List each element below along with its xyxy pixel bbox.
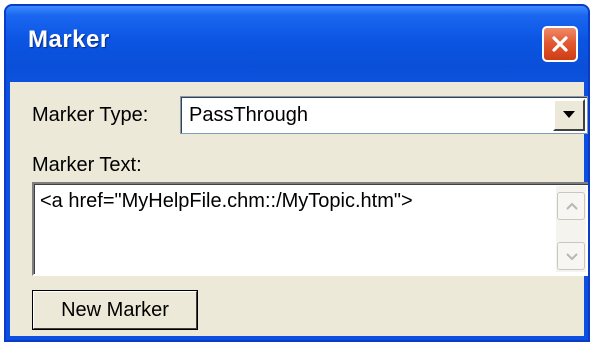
marker-dialog: Marker Marker Type: PassThrough Marker T…: [4, 4, 590, 342]
marker-type-select[interactable]: PassThrough: [180, 96, 588, 134]
marker-type-dropdown-button[interactable]: [553, 99, 585, 131]
chevron-down-icon: [563, 111, 575, 118]
marker-type-label: Marker Type:: [32, 104, 149, 126]
new-marker-button[interactable]: New Marker: [32, 290, 198, 330]
scroll-down-button[interactable]: [557, 242, 585, 270]
window-title: Marker: [28, 26, 110, 53]
chevron-up-icon: [566, 202, 578, 210]
scroll-up-button[interactable]: [557, 192, 585, 220]
marker-text-input[interactable]: <a href="MyHelpFile.chm::/MyTopic.htm">: [32, 182, 588, 276]
chevron-down-icon: [566, 253, 578, 261]
marker-type-value: PassThrough: [189, 104, 308, 126]
close-button[interactable]: [542, 26, 578, 62]
close-icon: [552, 36, 568, 52]
dialog-body: Marker Type: PassThrough Marker Text: <a…: [10, 82, 588, 336]
marker-text-label: Marker Text:: [32, 154, 142, 176]
marker-text-scrollbar[interactable]: [556, 186, 586, 272]
marker-text-value: <a href="MyHelpFile.chm::/MyTopic.htm">: [40, 190, 413, 212]
title-bar[interactable]: Marker: [6, 6, 588, 82]
